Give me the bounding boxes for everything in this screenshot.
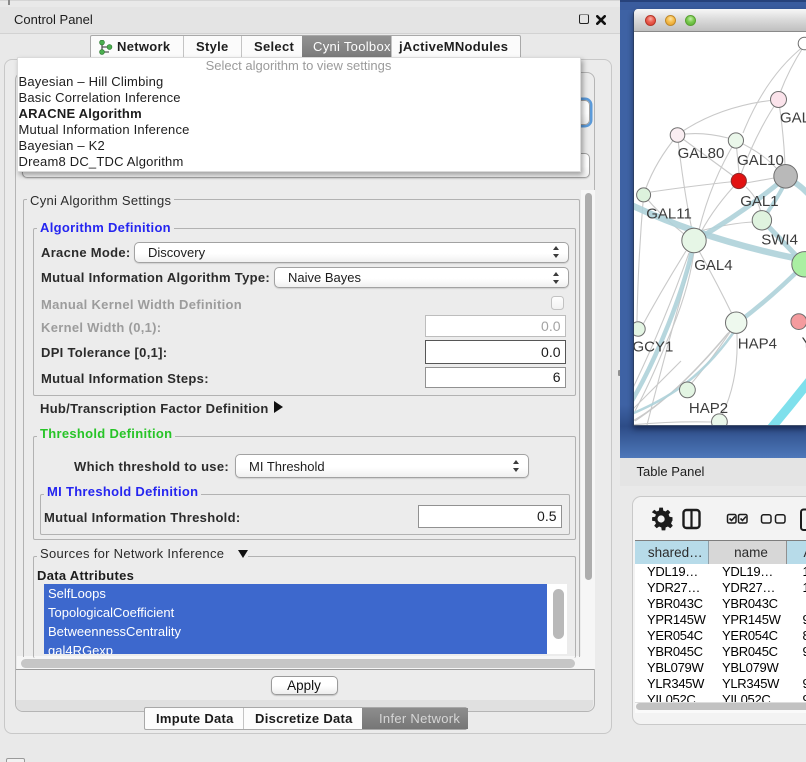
svg-text:SWI4: SWI4 <box>761 231 798 248</box>
svg-text:GAL4: GAL4 <box>694 256 732 273</box>
svg-text:YJ: YJ <box>802 334 806 351</box>
svg-text:HAP4: HAP4 <box>738 335 777 352</box>
svg-text:GAL7: GAL7 <box>780 109 806 126</box>
svg-text:GAL80: GAL80 <box>678 144 725 161</box>
svg-text:HAP2: HAP2 <box>689 400 728 417</box>
svg-text:GAL1: GAL1 <box>740 192 778 209</box>
svg-text:GCY1: GCY1 <box>634 338 673 355</box>
svg-text:GAL11: GAL11 <box>646 205 692 222</box>
svg-text:GAL10: GAL10 <box>737 151 784 168</box>
